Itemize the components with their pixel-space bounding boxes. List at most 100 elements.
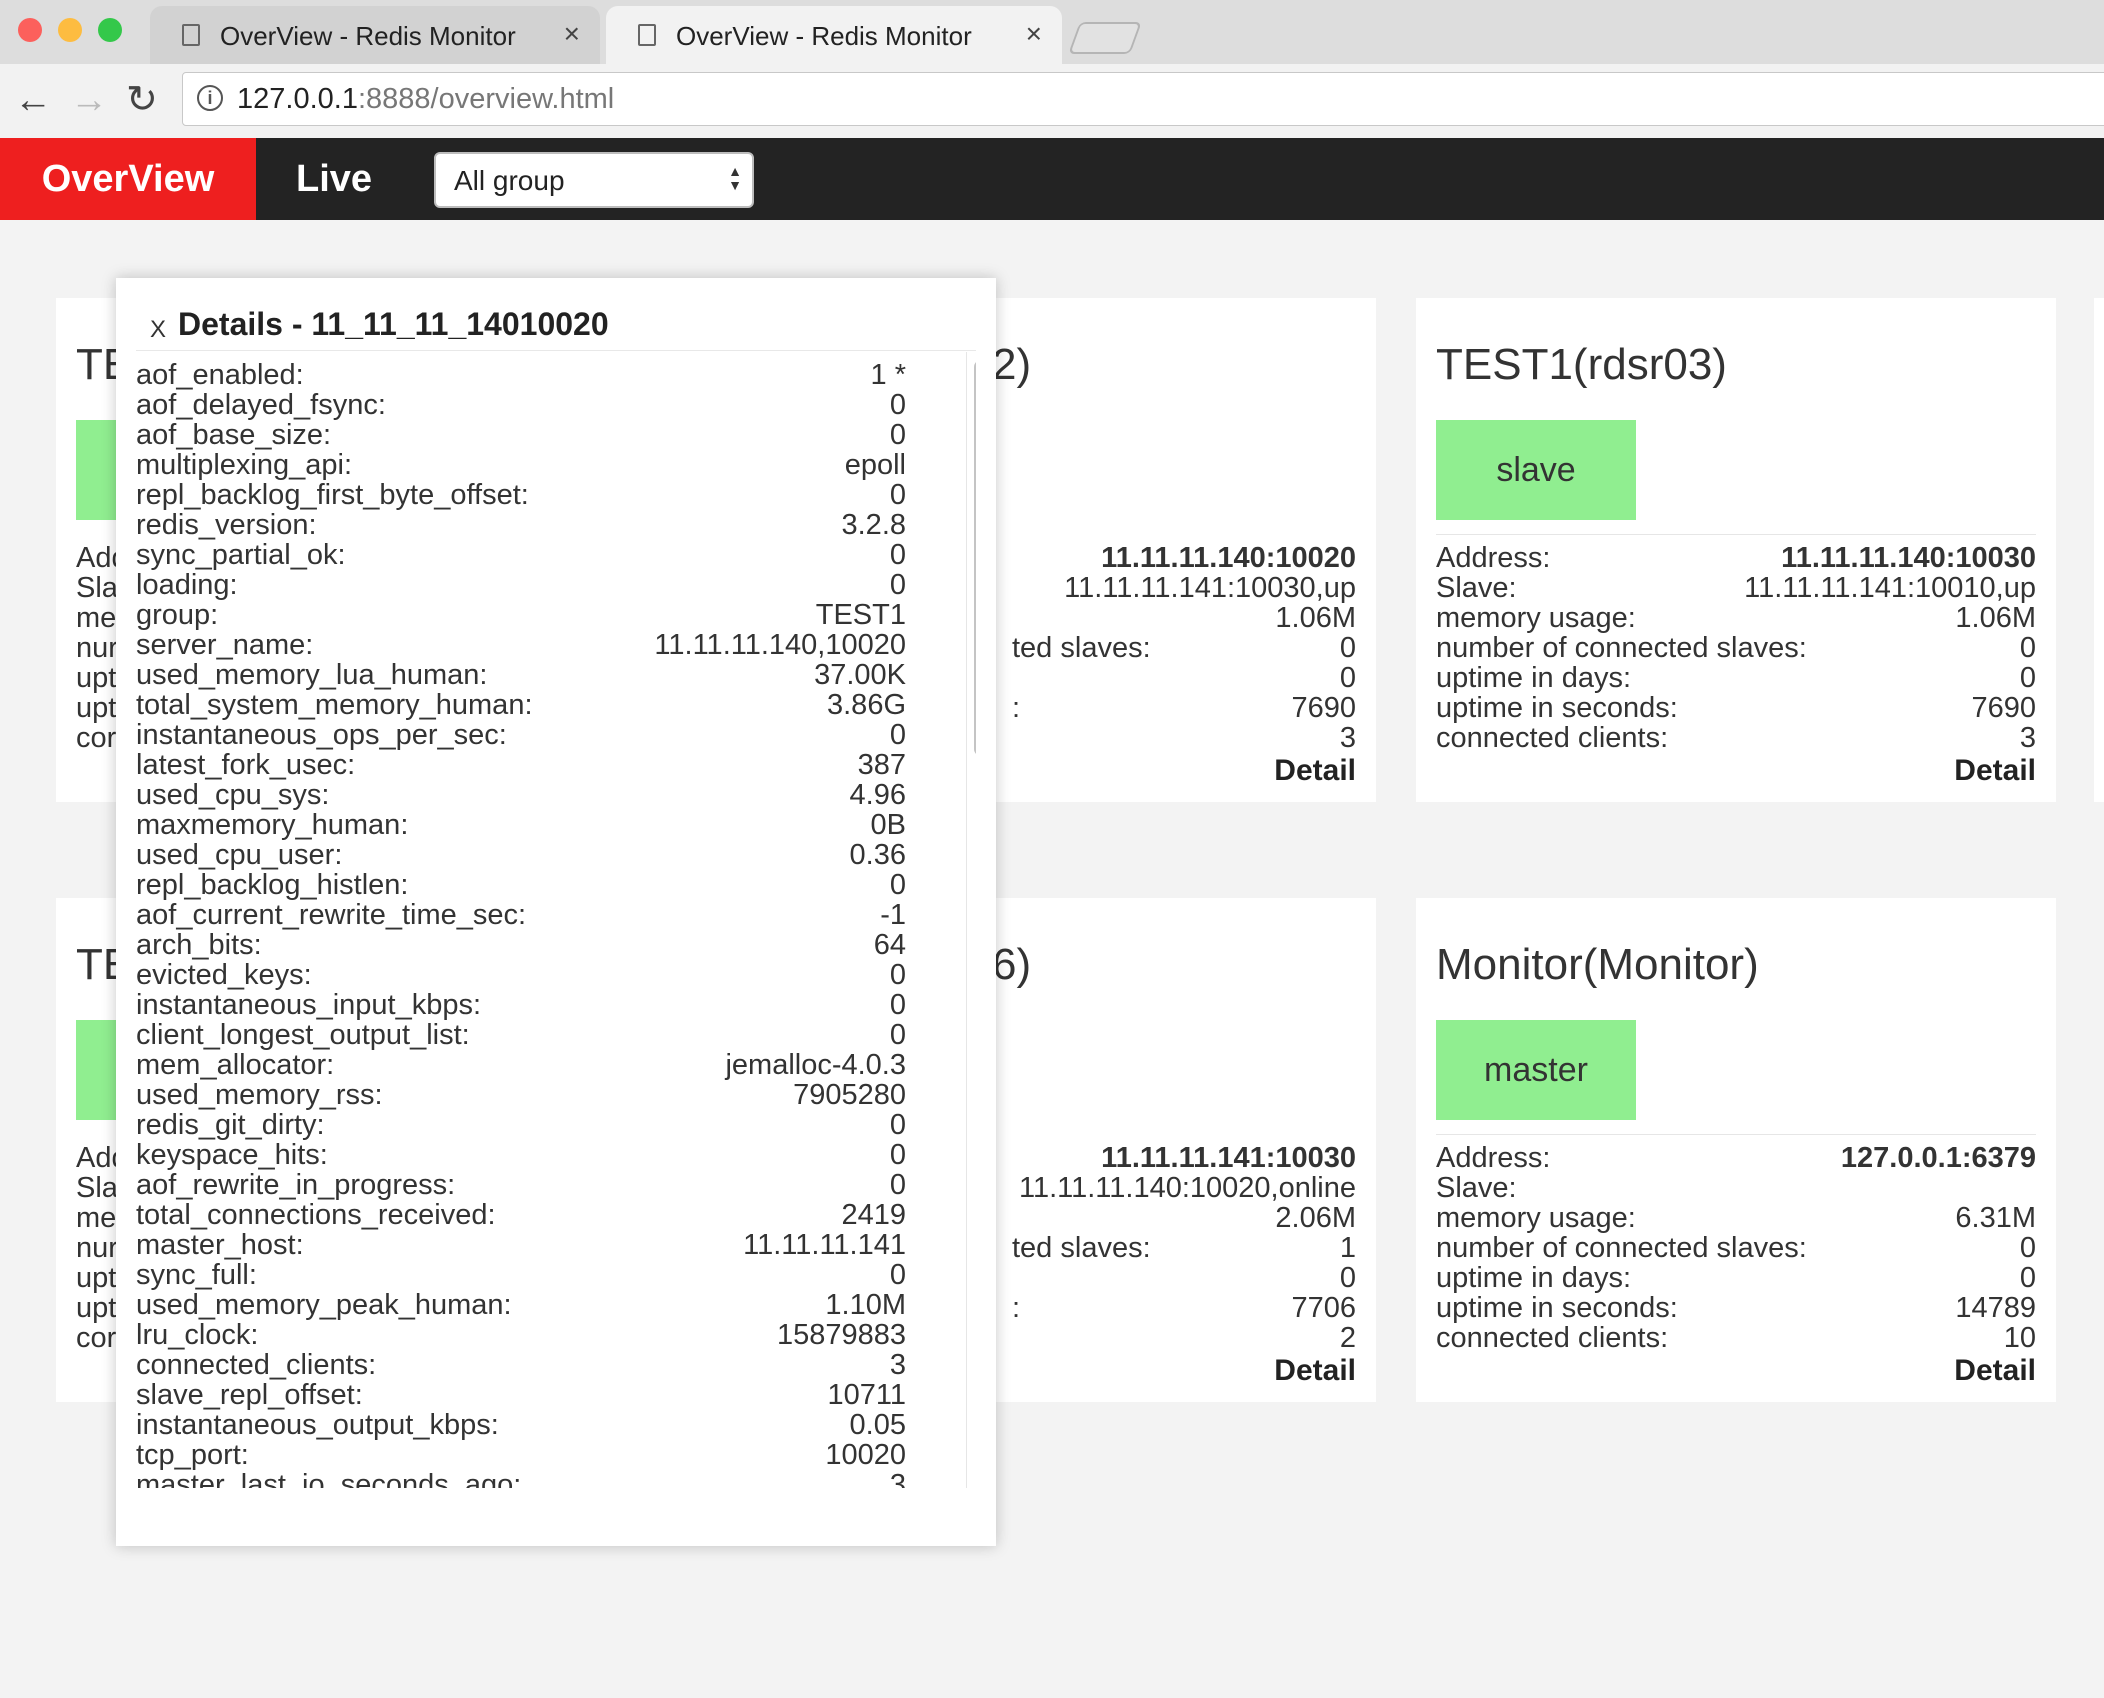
detail-key: used_memory_peak_human: bbox=[136, 1289, 512, 1321]
label-clients: connected clients: bbox=[1436, 1322, 1669, 1354]
new-tab-button[interactable] bbox=[1068, 22, 1142, 54]
scrollbar-track bbox=[966, 352, 967, 1488]
detail-key: keyspace_hits: bbox=[136, 1139, 328, 1171]
tab-close-icon[interactable]: × bbox=[1026, 18, 1042, 50]
label-memory: memory usage: bbox=[1436, 1202, 1636, 1234]
detail-key: tcp_port: bbox=[136, 1439, 249, 1471]
browser-tab-2[interactable]: OverView - Redis Monitor × bbox=[606, 6, 1062, 64]
url-text: 127.0.0.1:8888/overview.html bbox=[237, 83, 615, 115]
detail-row: multiplexing_api: epoll bbox=[136, 450, 946, 480]
label-uptime-seconds: : bbox=[1012, 692, 1021, 724]
detail-row: sync_full: 0 bbox=[136, 1260, 946, 1290]
detail-link[interactable]: Detail bbox=[1274, 754, 1356, 788]
card-address: 11.11.11.141:10030 bbox=[1101, 1142, 1356, 1174]
detail-value: 7905280 bbox=[793, 1079, 906, 1111]
back-icon[interactable]: ← bbox=[14, 78, 52, 122]
card-slave: 11.11.11.140:10020,online bbox=[1018, 1172, 1356, 1204]
detail-key: aof_base_size: bbox=[136, 419, 332, 451]
detail-row: loading: 0 bbox=[136, 570, 946, 600]
detail-value: jemalloc-4.0.3 bbox=[725, 1049, 906, 1081]
detail-row: group: TEST1 bbox=[136, 600, 946, 630]
group-select[interactable]: All group ▲ ▼ bbox=[434, 152, 754, 208]
app-navbar: OverView Live All group ▲ ▼ bbox=[0, 138, 2104, 220]
address-bar: ← → ↻ i 127.0.0.1:8888/overview.html bbox=[0, 64, 2104, 139]
card-uptime-seconds: 7706 bbox=[1291, 1292, 1356, 1324]
detail-row: aof_rewrite_in_progress: 0 bbox=[136, 1170, 946, 1200]
label-uptime-seconds: uptime in seconds: bbox=[1436, 692, 1678, 724]
detail-value: epoll bbox=[844, 449, 906, 481]
detail-key: mem_allocator: bbox=[136, 1049, 335, 1081]
detail-value: TEST1 bbox=[815, 599, 906, 631]
detail-row: maxmemory_human: 0B bbox=[136, 810, 946, 840]
detail-row: used_cpu_user: 0.36 bbox=[136, 840, 946, 870]
detail-key: aof_current_rewrite_time_sec: bbox=[136, 899, 527, 931]
detail-value: 0 bbox=[889, 1139, 906, 1171]
detail-row: client_longest_output_list: 0 bbox=[136, 1020, 946, 1050]
detail-value: 0 bbox=[889, 1019, 906, 1051]
detail-value: 0 bbox=[889, 719, 906, 751]
label-slave: Slave: bbox=[1436, 1172, 1517, 1204]
detail-value: 3 bbox=[889, 1469, 906, 1488]
detail-row: arch_bits: 64 bbox=[136, 930, 946, 960]
detail-link[interactable]: Detail bbox=[1954, 1354, 2036, 1388]
detail-key: master_last_io_seconds_ago: bbox=[136, 1469, 522, 1488]
label-address: Address: bbox=[1436, 542, 1551, 574]
detail-value: 0B bbox=[870, 809, 906, 841]
nav-overview[interactable]: OverView bbox=[0, 138, 256, 220]
label-uptime-seconds: uptime in seconds: bbox=[1436, 1292, 1678, 1324]
detail-value: 0 bbox=[889, 1169, 906, 1201]
tab-title: OverView - Redis Monitor bbox=[676, 21, 972, 51]
forward-icon[interactable]: → bbox=[70, 78, 108, 122]
window-zoom-button[interactable] bbox=[98, 18, 122, 42]
detail-key: total_connections_received: bbox=[136, 1199, 496, 1231]
detail-row: latest_fork_usec: 387 bbox=[136, 750, 946, 780]
card-clients: 10 bbox=[2003, 1322, 2036, 1354]
server-card-partial bbox=[2094, 298, 2104, 802]
popup-title: Details - 11_11_11_14010020 bbox=[178, 306, 609, 342]
detail-value: 387 bbox=[857, 749, 906, 781]
card-uptime-days: 0 bbox=[1339, 1262, 1356, 1294]
detail-row: used_memory_rss: 7905280 bbox=[136, 1080, 946, 1110]
detail-row: master_host: 11.11.11.141 bbox=[136, 1230, 946, 1260]
detail-key: multiplexing_api: bbox=[136, 449, 353, 481]
detail-value: 0.05 bbox=[849, 1409, 906, 1441]
info-icon[interactable]: i bbox=[197, 85, 223, 111]
url-input[interactable]: i 127.0.0.1:8888/overview.html bbox=[182, 72, 2104, 126]
detail-key: group: bbox=[136, 599, 219, 631]
detail-value: 0 bbox=[889, 959, 906, 991]
browser-tab-strip: OverView - Redis Monitor × OverView - Re… bbox=[0, 0, 2104, 64]
window-minimize-button[interactable] bbox=[58, 18, 82, 42]
details-popup: X Details - 11_11_11_14010020 aof_enable… bbox=[116, 278, 996, 1546]
scrollbar-thumb[interactable] bbox=[974, 360, 976, 756]
close-popup-button[interactable]: X bbox=[150, 316, 166, 344]
detail-row: master_last_io_seconds_ago: 3 bbox=[136, 1470, 946, 1488]
detail-key: server_name: bbox=[136, 629, 314, 661]
label-connected-slaves: number of connected slaves: bbox=[1436, 1232, 1807, 1264]
label-connected-slaves: ted slaves: bbox=[1012, 632, 1151, 664]
detail-key: lru_clock: bbox=[136, 1319, 259, 1351]
tab-close-icon[interactable]: × bbox=[564, 18, 580, 50]
card-uptime-seconds: 7690 bbox=[1971, 692, 2036, 724]
browser-tab-1[interactable]: OverView - Redis Monitor × bbox=[150, 6, 600, 64]
detail-value: 0 bbox=[889, 539, 906, 571]
card-connected-slaves: 1 bbox=[1339, 1232, 1356, 1264]
detail-key: aof_rewrite_in_progress: bbox=[136, 1169, 456, 1201]
label-uptime-days: uptime in days: bbox=[1436, 1262, 1632, 1294]
detail-link[interactable]: Detail bbox=[1954, 754, 2036, 788]
detail-key: client_longest_output_list: bbox=[136, 1019, 470, 1051]
details-list[interactable]: aof_enabled: 1 * aof_delayed_fsync: 0 aof_ba… bbox=[136, 352, 976, 1488]
card-connected-slaves: 0 bbox=[2019, 632, 2036, 664]
window-close-button[interactable] bbox=[18, 18, 42, 42]
divider bbox=[136, 350, 976, 351]
detail-value: 11.11.11.140,10020 bbox=[654, 629, 906, 661]
card-slave: 11.11.11.141:10030,up bbox=[1064, 572, 1356, 604]
reload-icon[interactable]: ↻ bbox=[126, 78, 158, 122]
detail-key: slave_repl_offset: bbox=[136, 1379, 363, 1411]
detail-row: evicted_keys: 0 bbox=[136, 960, 946, 990]
detail-row: sync_partial_ok: 0 bbox=[136, 540, 946, 570]
detail-link[interactable]: Detail bbox=[1274, 1354, 1356, 1388]
detail-key: sync_full: bbox=[136, 1259, 257, 1291]
card-title: 2) bbox=[992, 340, 1032, 389]
detail-key: repl_backlog_first_byte_offset: bbox=[136, 479, 529, 511]
nav-live[interactable]: Live bbox=[296, 138, 372, 220]
